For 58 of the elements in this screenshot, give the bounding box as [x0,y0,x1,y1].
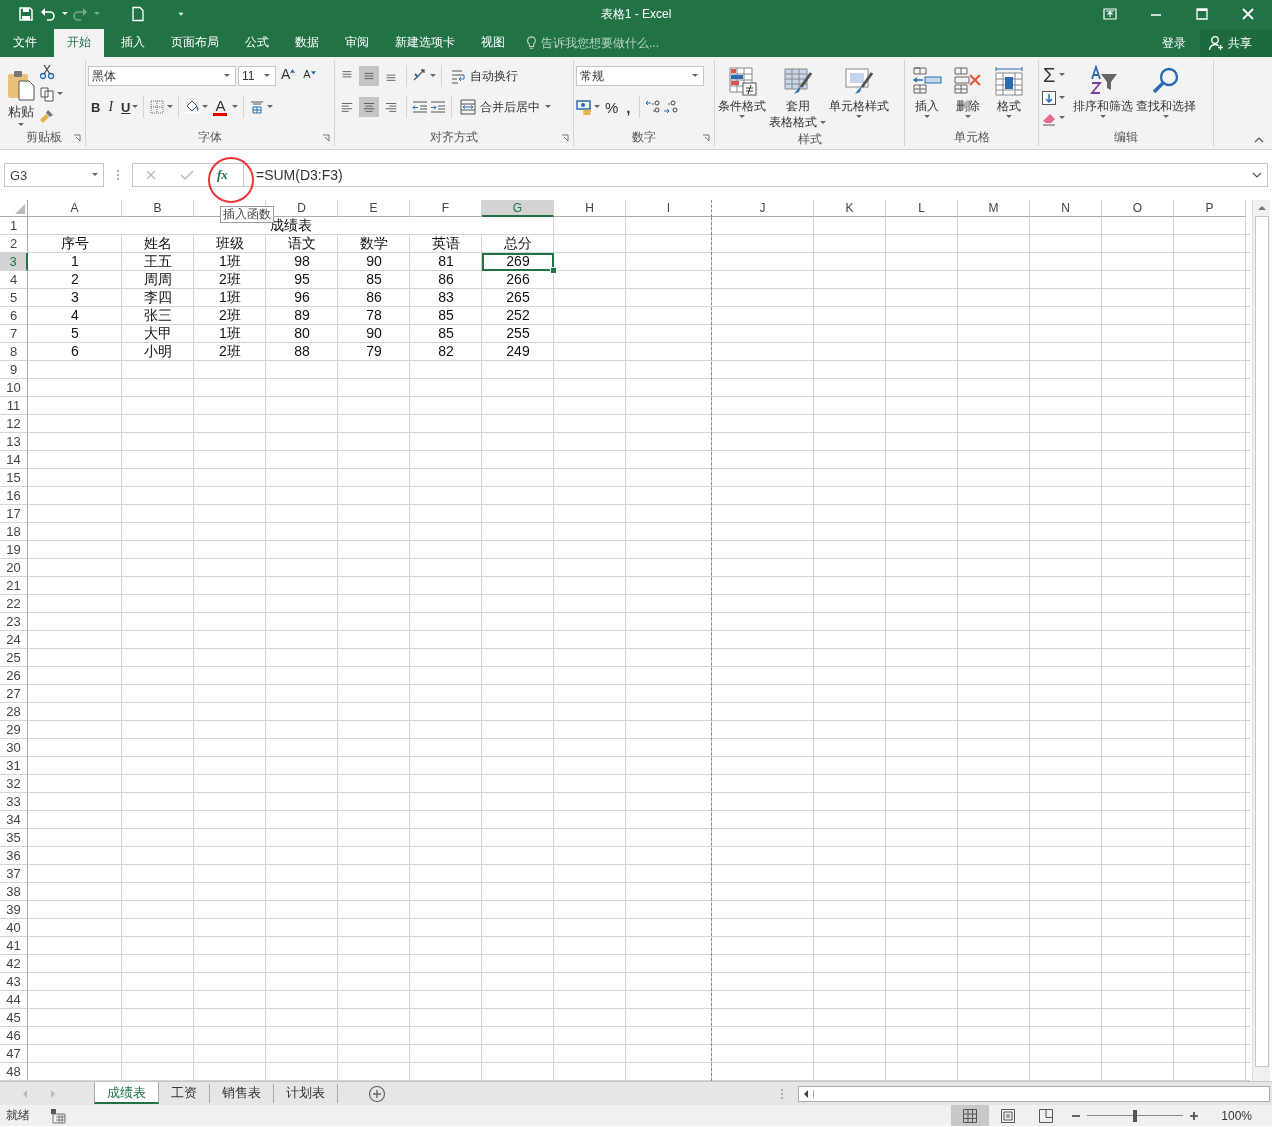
group-label: 剪贴板 [25,129,62,146]
table-cell-text: 班级 [215,235,245,253]
table-cell-text: 李四 [143,289,173,307]
table-cell-text: 大甲 [143,325,173,343]
table-cell-text: 6 [70,343,80,361]
window-title: 表格1 - Excel [600,5,672,23]
table-cell-text: 1班 [218,289,242,307]
table-cell-text: 81 [437,253,455,271]
group-label: 字体 [198,128,222,146]
table-cell-text: 2班 [218,271,242,289]
table-cell-text: 85 [437,325,455,343]
table-cell-text: 语文 [287,235,317,253]
table-cell-text: 82 [437,343,455,361]
table-cell-text: 86 [437,271,455,289]
table-cell-text: 英语 [431,235,461,253]
table-cell-text: 姓名 [143,235,173,253]
group-label: 单元格 [953,128,990,146]
table-cell-text: 4 [70,307,80,325]
table-cell-text: 2班 [218,343,242,361]
group-label: 样式 [797,131,822,148]
table-cell-text: 78 [365,307,383,325]
table-cell-text: 小明 [143,343,173,361]
status-text: 就绪 [6,1107,30,1124]
table-cell-text: 79 [365,343,383,361]
table-cell-text: 序号 [60,235,90,253]
table-cell-text: 2 [70,271,80,289]
table-cell-text: 总分 [503,235,533,253]
table-cell-text: 85 [365,271,383,289]
group-label: 编辑 [1114,128,1138,146]
table-cell-text: 1班 [218,325,242,343]
table-cell-text: 3 [70,289,80,307]
table-cell-text: 86 [365,289,383,307]
table-cell-text: 255 [505,325,531,343]
table-cell-text: 88 [293,343,311,361]
table-cell-text: 98 [293,253,311,271]
group-label: 数字 [632,128,656,146]
table-cell-text: 5 [70,325,80,343]
table-cell-text: 265 [505,289,531,307]
table-cell: 269 [482,253,554,271]
table-cell-text: 89 [293,307,311,325]
table-cell-text: 数学 [359,235,389,253]
table-cell-text: 张三 [143,307,173,325]
group-label: 对齐方式 [430,128,478,146]
table-cell-text: 周周 [143,271,173,289]
table-cell-text: 80 [293,325,311,343]
table-cell-text: 95 [293,271,311,289]
table-cell-text: 1 [70,253,80,271]
table-cell-text: 1班 [218,253,242,271]
table-cell-text: 2班 [218,307,242,325]
table-cell-text: 266 [505,271,531,289]
table-cell-text: 王五 [143,253,173,271]
table-cell-text: 252 [505,307,531,325]
table-cell-text: 83 [437,289,455,307]
table-cell-text: 85 [437,307,455,325]
table-cell-text: 90 [365,325,383,343]
table-cell-text: 90 [365,253,383,271]
table-cell-text: 249 [505,343,531,361]
table-cell-text: 96 [293,289,311,307]
